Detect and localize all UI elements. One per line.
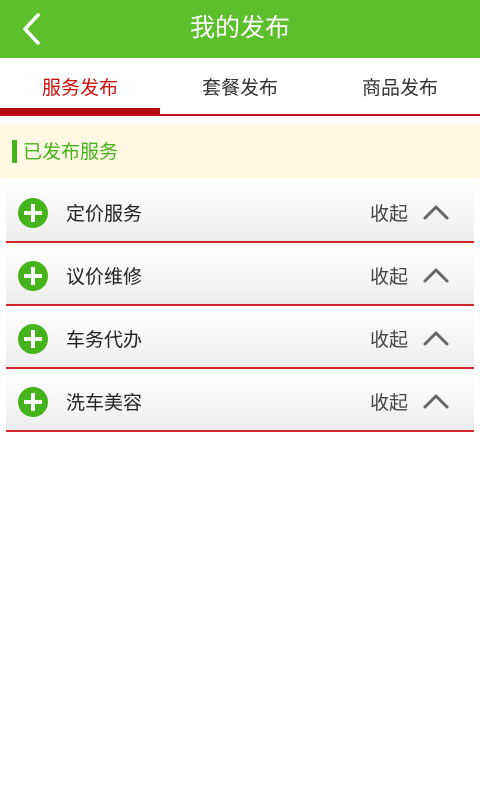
plus-circle-icon[interactable]: [18, 324, 48, 354]
collapse-button[interactable]: 收起: [370, 245, 408, 306]
plus-circle-icon[interactable]: [18, 387, 48, 417]
section-marker: [12, 140, 17, 163]
chevron-up-icon[interactable]: [422, 391, 450, 411]
service-label: 议价维修: [66, 266, 143, 288]
chevron-up-icon[interactable]: [422, 202, 450, 222]
collapse-button[interactable]: 收起: [370, 371, 408, 432]
service-label: 车务代办: [66, 329, 143, 351]
plus-circle-icon[interactable]: [18, 198, 48, 228]
tab-package-publish[interactable]: 套餐发布: [160, 58, 320, 114]
service-list: 定价服务 收起 议价维修 收起 车务代办 收起 洗车美容 收起: [6, 182, 474, 434]
service-row-car-wash[interactable]: 洗车美容 收起: [6, 371, 474, 432]
top-bar: 我的发布: [0, 0, 480, 58]
tab-product-publish[interactable]: 商品发布: [320, 58, 480, 114]
service-label: 洗车美容: [66, 392, 143, 414]
back-button[interactable]: [8, 4, 56, 54]
collapse-button[interactable]: 收起: [370, 308, 408, 369]
chevron-up-icon[interactable]: [422, 265, 450, 285]
chevron-up-icon[interactable]: [422, 328, 450, 348]
back-arrow-icon: [23, 13, 40, 45]
section-header: 已发布服务: [0, 124, 480, 178]
collapse-button[interactable]: 收起: [370, 182, 408, 243]
service-row-fixed-price[interactable]: 定价服务 收起: [6, 182, 474, 243]
tab-bar: 服务发布 套餐发布 商品发布: [0, 58, 480, 116]
service-row-negotiated-repair[interactable]: 议价维修 收起: [6, 245, 474, 306]
service-label: 定价服务: [66, 203, 143, 225]
active-tab-indicator: [0, 108, 160, 114]
service-row-vehicle-agency[interactable]: 车务代办 收起: [6, 308, 474, 369]
tab-service-publish[interactable]: 服务发布: [0, 58, 160, 114]
section-title: 已发布服务: [23, 141, 119, 163]
page-title: 我的发布: [189, 13, 290, 42]
plus-circle-icon[interactable]: [18, 261, 48, 291]
